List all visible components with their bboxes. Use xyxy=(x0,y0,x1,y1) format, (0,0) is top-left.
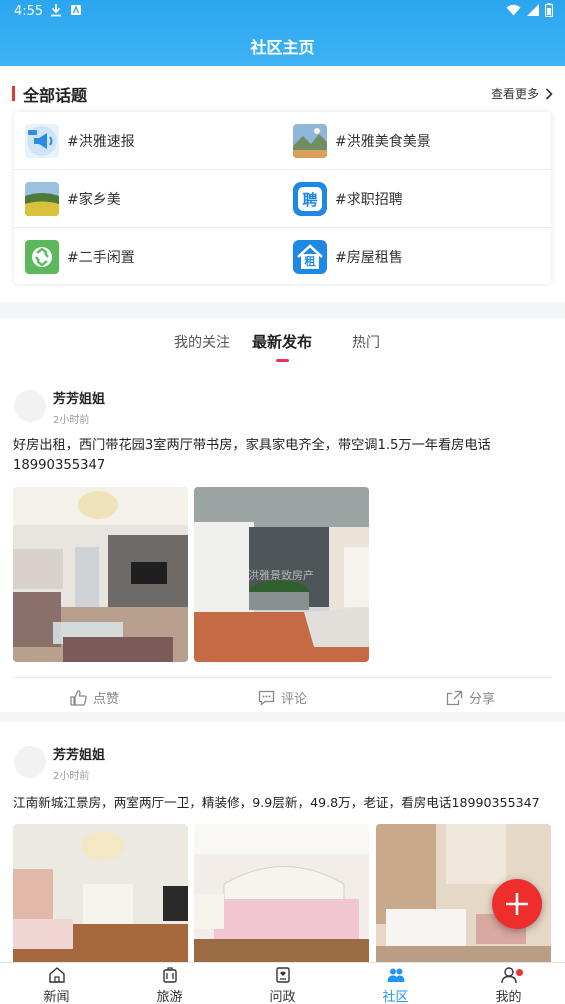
comment-button[interactable]: 评论 xyxy=(258,688,307,707)
top-bar: 4:55 社区主页 xyxy=(0,0,565,66)
nav-item-community[interactable]: 社区 xyxy=(339,966,452,1004)
status-time: 4:55 xyxy=(14,4,44,19)
status-system-icons xyxy=(506,3,553,17)
home-icon xyxy=(48,967,65,983)
house-rent-glyph: 租 xyxy=(301,253,319,269)
recycle-icon xyxy=(25,240,59,274)
topic-item-news[interactable]: #洪雅速报 xyxy=(14,112,282,170)
topic-label: #二手闲置 xyxy=(67,250,135,266)
comment-icon xyxy=(258,690,275,706)
nav-label: 社区 xyxy=(382,990,409,1004)
notification-badge xyxy=(516,969,523,976)
living-room-photo[interactable] xyxy=(13,487,188,662)
tab-latest[interactable]: 最新发布 xyxy=(252,331,312,352)
post-text: 好房出租，西门带花园3室两厅带书房，家具家电齐全，带空调1.5万一年看房电话18… xyxy=(13,438,491,473)
topic-label: #房屋租售 xyxy=(335,250,403,266)
share-label: 分享 xyxy=(469,692,496,707)
topic-row: #洪雅速报 #洪雅美食美景 xyxy=(14,112,551,170)
topics-grid: #洪雅速报 #洪雅美食美景 #家乡美 聘 #求职招聘 #二手闲置 租 #房屋租售 xyxy=(14,112,551,284)
create-post-button[interactable] xyxy=(492,879,542,929)
topics-header: 全部话题 查看更多 xyxy=(12,82,553,106)
nav-item-ask[interactable]: 问政 xyxy=(226,966,339,1004)
status-notification-icons xyxy=(50,3,82,17)
battery-icon xyxy=(545,3,553,17)
app-root: 4:55 社区主页 全部话题 查看更多 #洪雅速报 #洪雅美食美景 #家乡美 聘… xyxy=(0,0,565,1004)
user-icon xyxy=(500,967,517,984)
topic-label: #洪雅速报 xyxy=(67,134,135,150)
chevron-right-icon xyxy=(545,87,553,100)
like-label: 点赞 xyxy=(93,692,120,707)
community-icon xyxy=(387,968,404,982)
post-divider xyxy=(0,712,565,722)
landscape-photo-icon xyxy=(293,124,327,158)
post-text: 江南新城江景房，两室两厅一卫，精装修，9.9层新，49.8万，老证，看房电话18… xyxy=(13,795,540,810)
app-notify-icon xyxy=(71,5,81,15)
topic-item-food-scenery[interactable]: #洪雅美食美景 xyxy=(282,112,550,170)
recruit-icon: 聘 xyxy=(293,182,327,216)
nav-label: 新闻 xyxy=(43,990,70,1004)
recruit-glyph: 聘 xyxy=(298,187,322,211)
post-time: 2小时前 xyxy=(53,415,90,426)
status-bar: 4:55 xyxy=(0,0,565,24)
bedroom-photo[interactable] xyxy=(194,824,369,962)
like-button[interactable]: 点赞 xyxy=(70,688,119,707)
topic-item-hometown[interactable]: #家乡美 xyxy=(14,170,282,228)
share-button[interactable]: 分享 xyxy=(446,688,495,707)
topic-row: #家乡美 聘 #求职招聘 xyxy=(14,170,551,228)
megaphone-icon xyxy=(25,124,59,158)
topics-section: 全部话题 查看更多 #洪雅速报 #洪雅美食美景 #家乡美 聘 #求职招聘 #二手… xyxy=(0,66,565,302)
topic-item-jobs[interactable]: 聘 #求职招聘 xyxy=(282,170,550,228)
page-title: 社区主页 xyxy=(250,38,315,57)
post-username[interactable]: 芳芳姐姐 xyxy=(53,744,105,763)
topic-label: #求职招聘 xyxy=(335,192,403,208)
house-rent-icon: 租 xyxy=(293,240,327,274)
wifi-icon xyxy=(506,4,521,16)
avatar[interactable] xyxy=(14,390,46,422)
photo-watermark: 洪雅景致房产 xyxy=(248,569,314,582)
post-card[interactable]: 芳芳姐姐 2小时前 江南新城江景房，两室两厅一卫，精装修，9.9层新，49.8万… xyxy=(0,726,565,962)
download-icon xyxy=(51,4,61,17)
topics-title: 全部话题 xyxy=(23,86,88,105)
nav-label: 我的 xyxy=(495,990,522,1004)
topic-row: #二手闲置 租 #房屋租售 xyxy=(14,228,551,286)
tab-following[interactable]: 我的关注 xyxy=(174,332,230,352)
field-photo-icon xyxy=(25,182,59,216)
topic-label: #家乡美 xyxy=(67,192,121,208)
nav-item-news[interactable]: 新闻 xyxy=(0,966,113,1004)
tab-hot[interactable]: 热门 xyxy=(352,332,380,352)
bottom-nav: 新闻 旅游 问政 社区 我的 xyxy=(0,962,565,1004)
signal-icon xyxy=(527,4,539,16)
nav-item-me[interactable]: 我的 xyxy=(452,966,565,1004)
comment-label: 评论 xyxy=(281,692,308,707)
suitcase-icon xyxy=(162,967,177,983)
nav-item-travel[interactable]: 旅游 xyxy=(113,966,226,1004)
active-tab-indicator xyxy=(276,359,289,362)
view-more-link[interactable]: 查看更多 xyxy=(491,85,553,102)
avatar[interactable] xyxy=(14,746,46,778)
plus-icon xyxy=(506,893,528,915)
view-more-label: 查看更多 xyxy=(490,87,539,101)
courtyard-photo[interactable]: 洪雅景致房产 xyxy=(194,487,369,662)
nav-label: 旅游 xyxy=(156,990,183,1004)
thumbs-up-icon xyxy=(70,689,87,706)
nav-label: 问政 xyxy=(269,990,296,1004)
post-card[interactable]: 芳芳姐姐 2小时前 好房出租，西门带花园3室两厅带书房，家具家电齐全，带空调1.… xyxy=(0,370,565,710)
feed-tabs: 我的关注 最新发布 热门 xyxy=(0,318,565,370)
living-room-photo[interactable] xyxy=(13,824,188,962)
topic-label: #洪雅美食美景 xyxy=(335,134,431,150)
share-icon xyxy=(446,690,463,705)
topic-item-housing[interactable]: 租 #房屋租售 xyxy=(282,228,550,286)
post-username[interactable]: 芳芳姐姐 xyxy=(53,388,105,407)
section-marker xyxy=(12,86,15,101)
section-divider xyxy=(0,302,565,318)
post-time: 2小时前 xyxy=(53,771,90,782)
topic-item-secondhand[interactable]: #二手闲置 xyxy=(14,228,282,286)
post-actions: 点赞 评论 分享 xyxy=(13,677,552,717)
ask-icon xyxy=(275,967,290,983)
